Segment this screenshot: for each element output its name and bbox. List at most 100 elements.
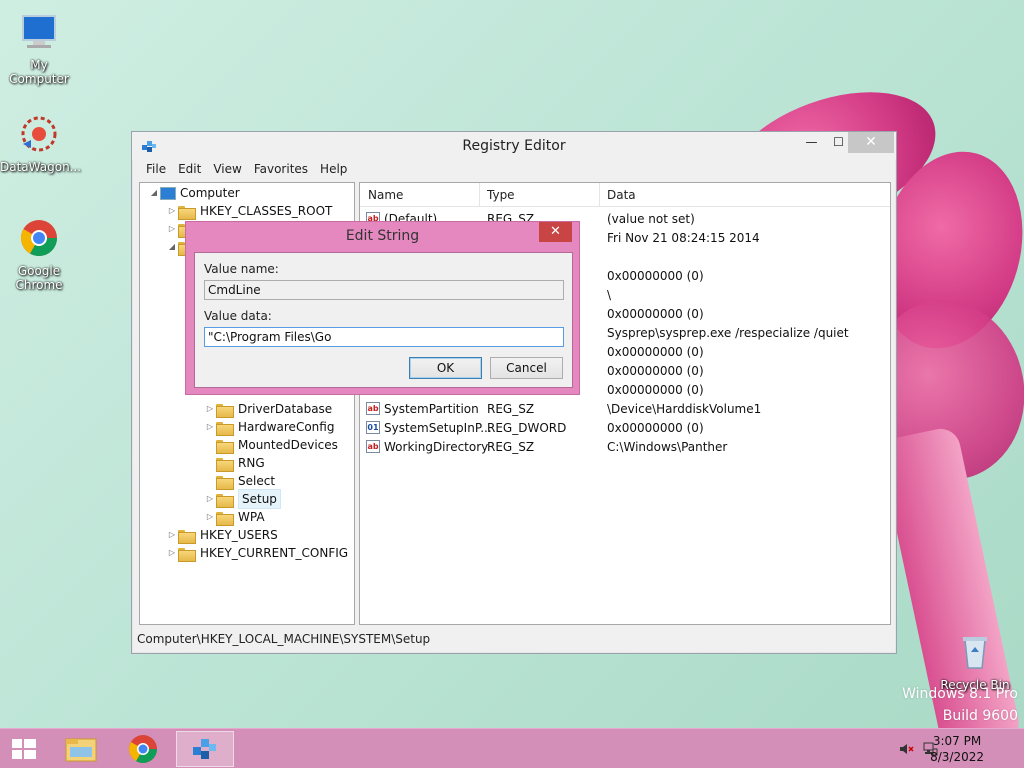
string-value-icon: ab [366,402,380,415]
folder-icon [216,475,234,490]
value-data-field[interactable] [204,327,564,347]
value-data: 0x00000000 (0) [607,345,704,359]
folder-icon [216,403,234,418]
folder-icon [178,547,196,562]
tree-item-label: MountedDevices [238,438,338,452]
tree-item-label: HardwareConfig [238,420,335,434]
collapse-arrow-icon[interactable]: ◢ [166,238,178,256]
menu-help[interactable]: Help [314,160,353,180]
menu-view[interactable]: View [207,160,247,180]
expand-arrow-icon[interactable]: ▷ [166,526,178,544]
value-data: 0x00000000 (0) [607,364,704,378]
tree-item-label: HKEY_USERS [200,528,278,542]
value-type: REG_SZ [487,402,535,416]
cancel-button[interactable]: Cancel [490,357,563,379]
value-type: REG_SZ [487,440,535,454]
taskbar-file-explorer[interactable] [54,731,110,767]
value-name: WorkingDirectory [384,440,489,454]
value-type: REG_DWORD [487,421,567,435]
recycle-bin-desktop-icon[interactable]: Recycle Bin [936,630,1014,692]
value-name-field[interactable] [204,280,564,300]
clock-time: 3:07 PM [932,734,982,748]
taskbar-clock[interactable]: 3:07 PM 8/3/2022 [930,733,984,765]
tree-item-wpa[interactable]: ▷ WPA [204,508,265,526]
datawagon-desktop-icon[interactable]: DataWagon... [0,112,82,174]
column-header-type[interactable]: Type [487,188,515,202]
folder-icon [216,511,234,526]
list-row[interactable]: 01 SystemSetupInP... REG_DWORD 0x00000000 (… [360,419,890,438]
folder-icon [178,205,196,220]
window-title: Registry Editor [462,138,566,154]
expand-arrow-icon[interactable]: ▷ [204,418,216,436]
tree-item-label-selected: Setup [238,489,281,509]
tree-item-hkey-users[interactable]: ▷ HKEY_USERS [166,526,278,544]
recycle-bin-icon [953,630,997,674]
expand-arrow-icon[interactable]: ▷ [166,220,178,238]
taskbar-chrome[interactable] [115,731,171,767]
folder-icon [216,439,234,454]
dialog-close-button[interactable]: ✕ [539,222,572,242]
computer-small-icon [160,186,176,200]
tree-item-mounteddevices[interactable]: MountedDevices [204,436,338,454]
list-row[interactable]: ab WorkingDirectory REG_SZ C:\Windows\Panth… [360,438,890,457]
tree-item-hardwareconfig[interactable]: ▷ HardwareConfig [204,418,334,436]
datawagon-icon [17,112,61,156]
list-header: Name Type Data [360,183,890,207]
value-data: 0x00000000 (0) [607,269,704,283]
tree-item-driverdatabase[interactable]: ▷ DriverDatabase [204,400,332,418]
file-explorer-icon [65,738,97,762]
value-data: 0x00000000 (0) [607,421,704,435]
expand-arrow-icon[interactable]: ▷ [166,202,178,220]
value-data: Fri Nov 21 08:24:15 2014 [607,231,760,245]
taskbar-registry-editor[interactable] [176,731,234,767]
expand-arrow-icon[interactable]: ▷ [204,508,216,526]
desktop-icon-label: Google Chrome [15,264,63,292]
tree-item-hkey-classes-root[interactable]: ▷ HKEY_CLASSES_ROOT [166,202,332,220]
folder-icon [216,493,234,508]
tree-item-computer[interactable]: ◢ Computer [148,184,240,202]
my-computer-desktop-icon[interactable]: My Computer [0,10,78,86]
google-chrome-desktop-icon[interactable]: Google Chrome [0,216,78,292]
value-data: C:\Windows\Panther [607,440,728,454]
collapse-arrow-icon[interactable]: ◢ [148,184,160,202]
value-data-label: Value data: [204,309,272,323]
value-data: (value not set) [607,212,695,226]
tree-item-label: Select [238,474,276,488]
value-name-label: Value name: [204,262,279,276]
column-header-name[interactable]: Name [368,188,403,202]
menu-file[interactable]: File [140,160,172,180]
value-data: \Device\HarddiskVolume1 [607,402,762,416]
status-bar: Computer\HKEY_LOCAL_MACHINE\SYSTEM\Setup [137,632,431,646]
expand-arrow-icon[interactable]: ▷ [204,490,216,508]
desktop-icon-label: DataWagon... [0,160,82,174]
tree-item-hkey-current-config[interactable]: ▷ HKEY_CURRENT_CONFIG [166,544,348,562]
value-data: 0x00000000 (0) [607,307,704,321]
column-header-data[interactable]: Data [607,188,636,202]
value-data: 0x00000000 (0) [607,383,704,397]
volume-muted-icon[interactable] [898,741,914,757]
desktop-icon-label: My Computer [9,58,69,86]
value-name: SystemPartition [384,402,479,416]
close-button[interactable]: ✕ [848,132,894,153]
tree-item-setup[interactable]: ▷ Setup [204,489,281,509]
value-name: SystemSetupInP... [384,421,492,435]
expand-arrow-icon[interactable]: ▷ [166,544,178,562]
title-bar[interactable]: Registry Editor — ☐ ✕ [132,132,896,160]
start-button[interactable] [0,731,48,767]
ok-button[interactable]: OK [409,357,482,379]
tree-item-label: RNG [238,456,265,470]
folder-icon [216,457,234,472]
edit-string-dialog: Edit String ✕ Value name: Value data: OK… [185,221,580,395]
tree-item-label: Computer [180,186,240,200]
menu-favorites[interactable]: Favorites [248,160,314,180]
tree-item-select[interactable]: Select [204,472,275,490]
list-row[interactable]: ab SystemPartition REG_SZ \Device\HarddiskV… [360,400,890,419]
minimize-button[interactable]: — [798,132,825,153]
windows-logo-icon [12,739,36,759]
menu-edit[interactable]: Edit [172,160,207,180]
tree-item-rng[interactable]: RNG [204,454,265,472]
dword-value-icon: 01 [366,421,380,434]
expand-arrow-icon[interactable]: ▷ [204,400,216,418]
tree-item-label: WPA [238,510,265,524]
dialog-title: Edit String [345,228,420,244]
